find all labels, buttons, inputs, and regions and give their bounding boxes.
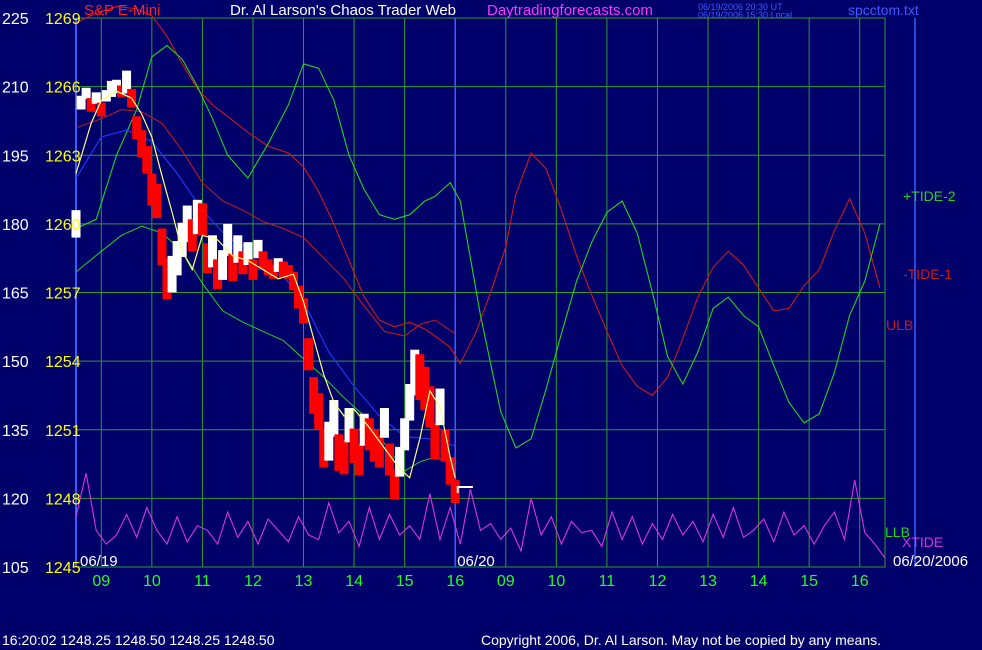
time-axis-tick: 13 (699, 573, 717, 590)
price-axis-tick: 1251 (45, 423, 81, 440)
time-axis-tick: 10 (143, 573, 161, 590)
price-bar (197, 203, 207, 236)
chaos-trader-chart: 225 210 195 180 165 150 135 120 105 1269 1266 1263 1… (2, 6, 968, 590)
chart-series (71, 6, 886, 559)
price-bar (81, 87, 91, 100)
price-bar (374, 437, 384, 468)
chart-grid (75, 17, 916, 568)
date-label-start: 06/19 (80, 553, 118, 570)
price-bar (354, 443, 364, 476)
left-axis-tick: 135 (2, 423, 29, 440)
series-label-minus-tide-1: -TIDE-1 (903, 266, 952, 282)
time-axis-tick: 11 (194, 573, 211, 590)
price-bar (304, 338, 314, 371)
data-file-label: spcctom.txt (848, 2, 919, 18)
time-axis-tick: 14 (345, 573, 363, 590)
price-bar (314, 393, 324, 430)
price-axis-tick: 1260 (45, 217, 81, 234)
left-axis-tick: 210 (2, 80, 29, 97)
time-axis-tick: 15 (396, 573, 414, 590)
price-bar (400, 418, 410, 451)
average-line (75, 90, 456, 479)
time-axis-tick: 14 (750, 573, 768, 590)
time-axis-tick: 10 (547, 573, 565, 590)
date-label-end: 06/20/2006 (893, 553, 968, 570)
chart-axis-ticks: 225 210 195 180 165 150 135 120 105 1269 1266 1263 1… (2, 11, 968, 590)
price-bar (339, 440, 349, 475)
time-axis-tick: 11 (599, 573, 616, 590)
price-axis-tick: 1269 (45, 11, 81, 28)
left-axis-tick: 180 (2, 217, 29, 234)
page-title: Dr. Al Larson's Chaos Trader Web (230, 2, 457, 19)
series-label-ulb: ULB (886, 317, 913, 333)
price-bar (152, 183, 162, 219)
price-axis-tick: 1254 (45, 354, 81, 371)
copyright-notice: Copyright 2006, Dr. Al Larson. May not b… (481, 632, 882, 648)
left-axis-tick: 165 (2, 286, 29, 303)
ulb-line (75, 108, 456, 337)
left-axis-tick: 105 (2, 560, 29, 577)
price-bar (91, 92, 101, 104)
time-axis-tick: 12 (649, 573, 667, 590)
left-axis-tick: 150 (2, 354, 29, 371)
time-axis-tick: 09 (92, 573, 110, 590)
time-axis-tick: 16 (446, 573, 464, 590)
site-link[interactable]: Daytradingforecasts.com (487, 2, 653, 19)
series-label-xtide: XTIDE (902, 534, 943, 550)
price-axis-tick: 1257 (45, 286, 81, 303)
price-axis-tick: 1266 (45, 80, 81, 97)
time-axis-tick: 09 (497, 573, 515, 590)
price-axis-tick: 1263 (45, 148, 81, 165)
price-bar (430, 422, 440, 460)
time-axis-tick: 12 (244, 573, 262, 590)
series-label-plus-tide-2: +TIDE-2 (903, 188, 956, 204)
price-axis-tick: 1245 (45, 560, 81, 577)
time-axis-tick: 15 (800, 573, 818, 590)
price-bar (96, 102, 106, 117)
time-axis-tick: 13 (295, 573, 313, 590)
left-axis-tick: 195 (2, 148, 29, 165)
price-axis-tick: 1248 (45, 491, 81, 508)
date-label-session: 06/20 (457, 553, 495, 570)
left-axis-tick: 225 (2, 11, 29, 28)
slow-average-line (75, 129, 456, 447)
last-quote-readout: 16:20:02 1248.25 1248.50 1248.25 1248.50 (2, 632, 275, 648)
xtide-line (75, 473, 886, 559)
time-axis-tick: 16 (851, 573, 869, 590)
timestamp-local: 06/19/2006 15:30 Local (698, 10, 793, 20)
price-bar (248, 259, 258, 280)
price-bar (142, 146, 152, 174)
price-bar (329, 400, 339, 437)
price-bar (379, 408, 389, 438)
symbol-label: S&P E-Mini (84, 2, 161, 19)
left-axis-tick: 120 (2, 491, 29, 508)
